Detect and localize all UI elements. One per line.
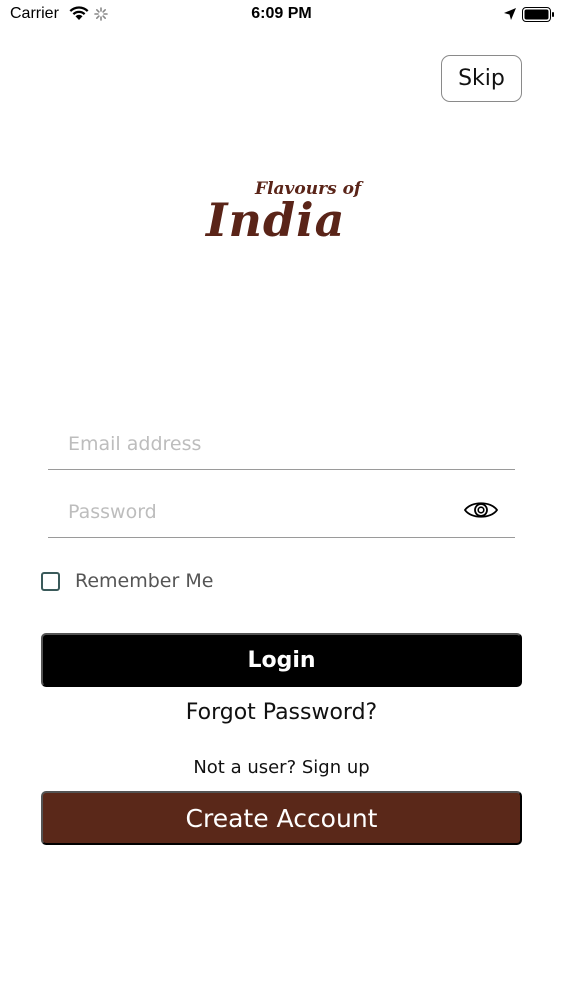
skip-button[interactable]: Skip: [441, 55, 522, 102]
remember-me-label: Remember Me: [75, 570, 214, 592]
app-logo: Flavours of India: [200, 175, 365, 255]
email-field-container: [48, 418, 515, 470]
forgot-password-link[interactable]: Forgot Password?: [0, 700, 563, 725]
logo-title: India: [206, 193, 346, 247]
eye-icon[interactable]: [463, 498, 499, 522]
battery-icon: [522, 7, 554, 22]
login-button[interactable]: Login: [41, 633, 522, 687]
password-input[interactable]: [48, 486, 515, 537]
create-account-button[interactable]: Create Account: [41, 791, 522, 845]
remember-me-checkbox[interactable]: [41, 571, 60, 591]
location-arrow-icon: [504, 8, 516, 20]
signup-prompt: Not a user? Sign up: [193, 757, 370, 778]
clock: 6:09 PM: [251, 5, 312, 22]
remember-me-row[interactable]: Remember Me: [41, 568, 213, 594]
status-bar: Carrier 6:09 PM: [0, 0, 563, 30]
email-input[interactable]: [48, 418, 515, 469]
password-field-container: [48, 486, 515, 538]
